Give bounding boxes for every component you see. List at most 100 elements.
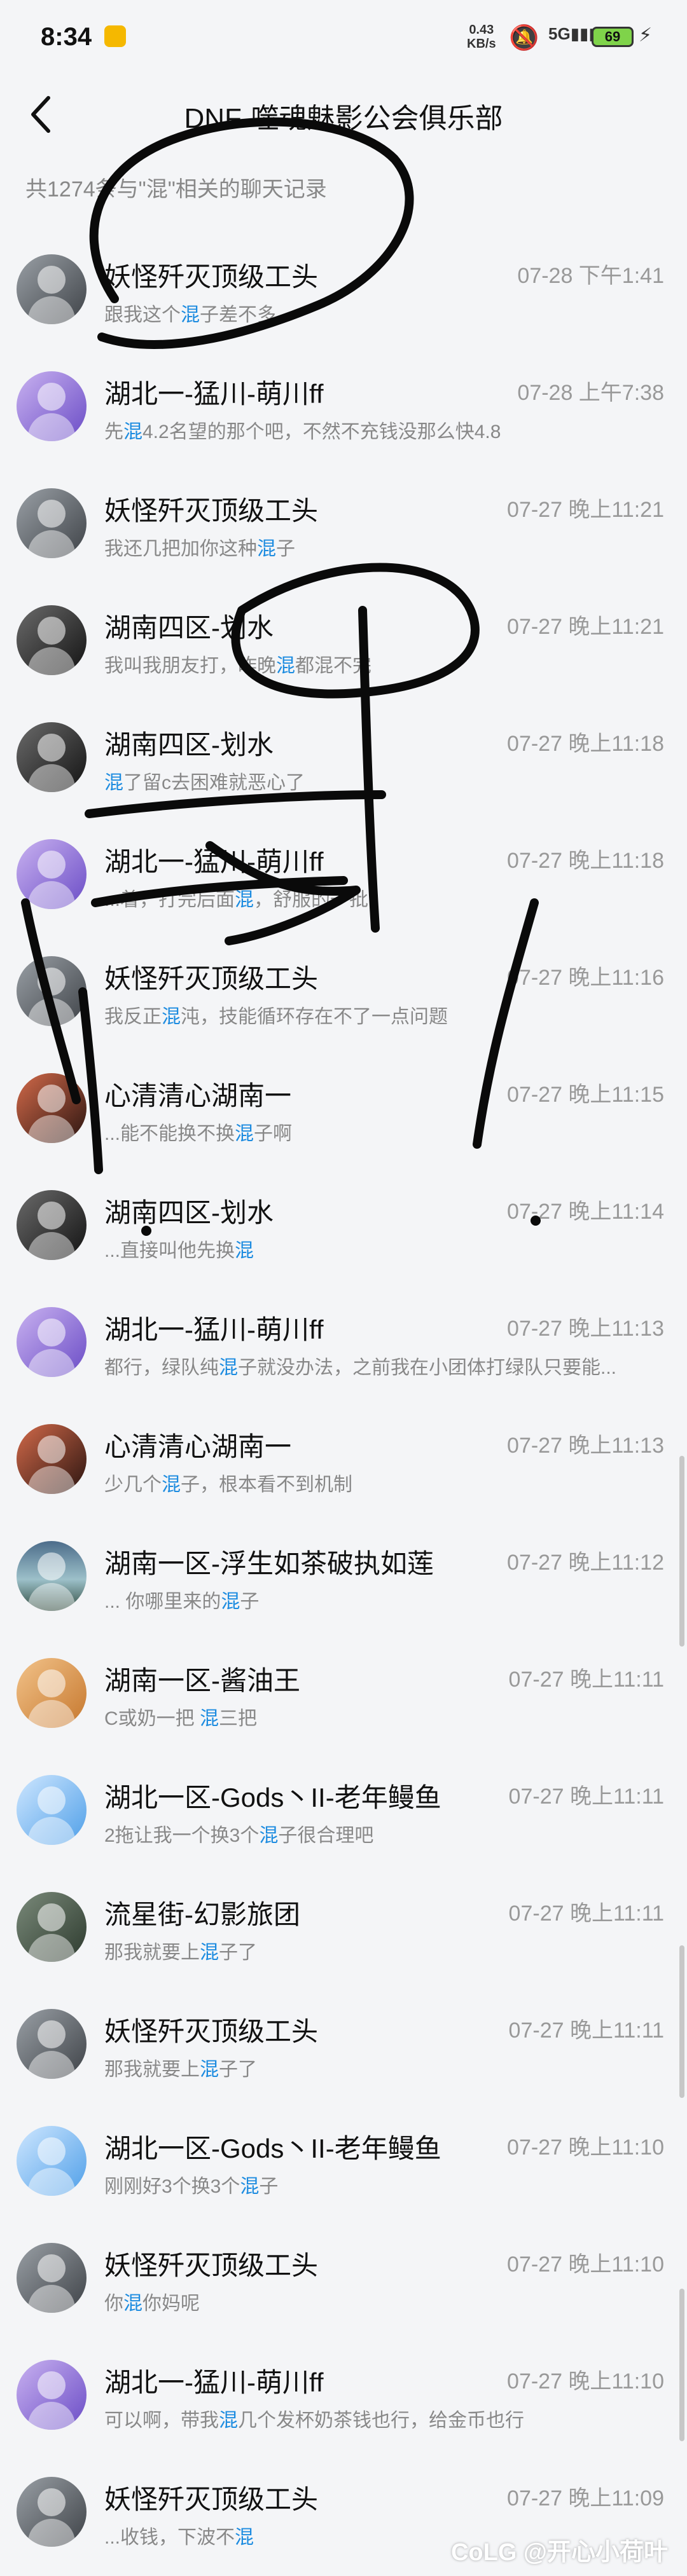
sender-name: 湖南四区-划水 <box>104 613 274 643</box>
message-result-item[interactable]: 妖怪歼灭顶级工头 07-27 晚上11:16 我反正混沌，技能循环存在不了一点问题 <box>0 937 687 1054</box>
sender-name: 妖怪歼灭顶级工头 <box>104 2251 319 2280</box>
message-result-item[interactable]: 妖怪歼灭顶级工头 07-27 晚上11:21 我还几把加你这种混子 <box>0 469 687 586</box>
notification-app-icon <box>104 25 126 47</box>
message-snippet: 少几个混子，根本看不到机制 <box>104 1469 658 1497</box>
message-result-item[interactable]: 湖南四区-划水 07-27 晚上11:21 我叫我朋友打，昨晚混都混不完 <box>0 586 687 703</box>
sender-name: 湖南四区-划水 <box>104 730 274 760</box>
message-result-item[interactable]: 湖北一-猛川-萌川ff 07-28 上午7:38 先混4.2名望的那个吧，不然不充钱… <box>0 352 687 469</box>
snippet-before: ... 你哪里来的 <box>104 1591 221 1612</box>
network-type: 5G <box>548 24 571 43</box>
snippet-before: 那我就要上 <box>104 2059 200 2080</box>
snippet-after: 都混不完 <box>295 655 371 676</box>
avatar[interactable] <box>17 1658 87 1728</box>
snippet-keyword-highlight: 混 <box>235 889 254 910</box>
network-speed-unit: KB/s <box>467 37 496 51</box>
message-time: 07-27 晚上11:11 <box>508 1785 664 1809</box>
message-time: 07-27 晚上11:09 <box>507 2486 664 2511</box>
message-result-item[interactable]: 湖北一区-Gods丶II-老年鳗鱼 07-27 晚上11:11 2拖让我一个换3个混… <box>0 1756 687 1873</box>
avatar[interactable] <box>17 605 87 675</box>
status-bar: 8:34 0.43 KB/s 🔕 5G▮▮▮ 69 ⚡ <box>0 0 687 76</box>
message-snippet: C或奶一把 混三把 <box>104 1702 658 1730</box>
avatar[interactable] <box>17 1775 87 1845</box>
message-snippet: ...着，打完后面混，舒服的一批 <box>104 884 658 912</box>
snippet-keyword-highlight: 混 <box>181 305 200 325</box>
snippet-before: C或奶一把 <box>104 1708 200 1729</box>
avatar[interactable] <box>17 839 87 909</box>
avatar[interactable] <box>17 2477 87 2547</box>
message-result-item[interactable]: 湖北一-猛川-萌川ff 07-27 晚上11:13 都行，绿队纯混子就没办法，之前我… <box>0 1288 687 1405</box>
snippet-after: 了留c去困难就恶心了 <box>123 772 305 793</box>
message-time: 07-27 晚上11:13 <box>507 1317 664 1341</box>
snippet-keyword-highlight: 混 <box>162 1474 181 1495</box>
avatar[interactable] <box>17 488 87 558</box>
avatar[interactable] <box>17 2009 87 2079</box>
message-result-item[interactable]: 流星街-幻影旅团 07-27 晚上11:11 那我就要上混子了 <box>0 1873 687 1990</box>
page-title: DNF-噬魂魅影公会俱乐部 <box>184 103 503 134</box>
sender-name: 妖怪歼灭顶级工头 <box>104 2017 319 2046</box>
snippet-before: ...直接叫他先换 <box>104 1240 235 1261</box>
message-snippet: 我叫我朋友打，昨晚混都混不完 <box>104 650 658 678</box>
snippet-keyword-highlight: 混 <box>219 1357 238 1378</box>
message-result-item[interactable]: 心清清心湖南一 07-27 晚上11:13 少几个混子，根本看不到机制 <box>0 1405 687 1522</box>
avatar[interactable] <box>17 2243 87 2313</box>
avatar[interactable] <box>17 722 87 792</box>
avatar[interactable] <box>17 1073 87 1143</box>
message-result-item[interactable]: 妖怪歼灭顶级工头 07-27 晚上11:10 你混你妈呢 <box>0 2224 687 2341</box>
snippet-after: 几个发杯奶茶钱也行，给金币也行 <box>238 2410 524 2431</box>
snippet-before: 我还几把加你这种 <box>104 538 257 559</box>
message-snippet: 那我就要上混子了 <box>104 2053 658 2081</box>
snippet-keyword-highlight: 混 <box>235 2527 254 2548</box>
message-result-item[interactable]: 湖南四区-划水 07-27 晚上11:14 ...直接叫他先换混 <box>0 1171 687 1288</box>
snippet-before: 都行，绿队纯 <box>104 1357 219 1378</box>
message-result-item[interactable]: 湖北一-猛川-萌川ff 07-27 晚上11:18 ...着，打完后面混，舒服的一批 <box>0 820 687 937</box>
message-time: 07-27 晚上11:14 <box>507 1200 664 1224</box>
scrollbar-thumb[interactable] <box>679 2289 684 2441</box>
message-result-item[interactable]: 妖怪歼灭顶级工头 07-28 下午1:41 跟我这个混子差不多 <box>0 235 687 352</box>
avatar[interactable] <box>17 2126 87 2196</box>
snippet-keyword-highlight: 混 <box>257 538 276 559</box>
avatar[interactable] <box>17 371 87 441</box>
message-result-item[interactable]: 湖南四区-划水 07-27 晚上11:18 混了留c去困难就恶心了 <box>0 703 687 820</box>
avatar[interactable] <box>17 956 87 1026</box>
snippet-after: 子 <box>276 538 295 559</box>
snippet-keyword-highlight: 混 <box>221 1591 240 1612</box>
avatar[interactable] <box>17 1307 87 1377</box>
charging-icon: ⚡ <box>639 25 653 46</box>
snippet-before: ...着，打完后面 <box>104 889 235 910</box>
message-result-item[interactable]: 妖怪歼灭顶级工头 07-27 晚上11:11 那我就要上混子了 <box>0 1990 687 2107</box>
snippet-after: 4.2名望的那个吧，不然不充钱没那么快4.8 <box>142 421 501 442</box>
sender-name: 心清清心湖南一 <box>104 1081 292 1111</box>
avatar[interactable] <box>17 254 87 324</box>
snippet-keyword-highlight: 混 <box>259 1825 279 1846</box>
status-time: 8:34 <box>41 23 92 51</box>
message-result-item[interactable]: 湖南一区-酱油王 07-27 晚上11:11 C或奶一把 混三把 <box>0 1639 687 1756</box>
snippet-before: 刚刚好3个换3个 <box>104 2176 240 2197</box>
message-time: 07-27 晚上11:11 <box>508 1901 664 1926</box>
sender-name: 湖南一区-浮生如茶破执如莲 <box>104 1549 434 1579</box>
message-result-item[interactable]: 心清清心湖南一 07-27 晚上11:15 ...能不能换不换混子啊 <box>0 1054 687 1171</box>
message-result-item[interactable]: 湖北一区-Gods丶II-老年鳗鱼 07-27 晚上11:10 刚刚好3个换3个混子 <box>0 2107 687 2224</box>
snippet-before: 跟我这个 <box>104 305 181 325</box>
avatar[interactable] <box>17 1424 87 1494</box>
message-result-item[interactable]: 湖南一区-浮生如茶破执如莲 07-27 晚上11:12 ... 你哪里来的混子 <box>0 1522 687 1639</box>
message-snippet: 你混你妈呢 <box>104 2287 658 2315</box>
snippet-after: 子 <box>259 2176 279 2197</box>
snippet-after: 子，根本看不到机制 <box>181 1474 352 1495</box>
sender-name: 妖怪歼灭顶级工头 <box>104 262 319 292</box>
avatar[interactable] <box>17 1541 87 1611</box>
message-time: 07-27 晚上11:21 <box>507 498 664 522</box>
snippet-keyword-highlight: 混 <box>200 1708 219 1729</box>
message-time: 07-27 晚上11:15 <box>507 1083 664 1107</box>
avatar[interactable] <box>17 1892 87 1962</box>
avatar[interactable] <box>17 2360 87 2430</box>
sender-name: 流星街-幻影旅团 <box>104 1900 300 1929</box>
message-time: 07-27 晚上11:10 <box>507 2252 664 2277</box>
message-result-item[interactable]: 湖北一-猛川-萌川ff 07-27 晚上11:10 可以啊，带我混几个发杯奶茶钱也行… <box>0 2341 687 2458</box>
sender-name: 湖北一-猛川-萌川ff <box>104 379 324 409</box>
snippet-keyword-highlight: 混 <box>219 2410 238 2431</box>
avatar[interactable] <box>17 1190 87 1260</box>
message-snippet: ... 你哪里来的混子 <box>104 1586 658 1613</box>
snippet-keyword-highlight: 混 <box>200 2059 219 2080</box>
scrollbar-thumb[interactable] <box>679 1456 684 1647</box>
scrollbar-thumb[interactable] <box>679 1945 684 2098</box>
